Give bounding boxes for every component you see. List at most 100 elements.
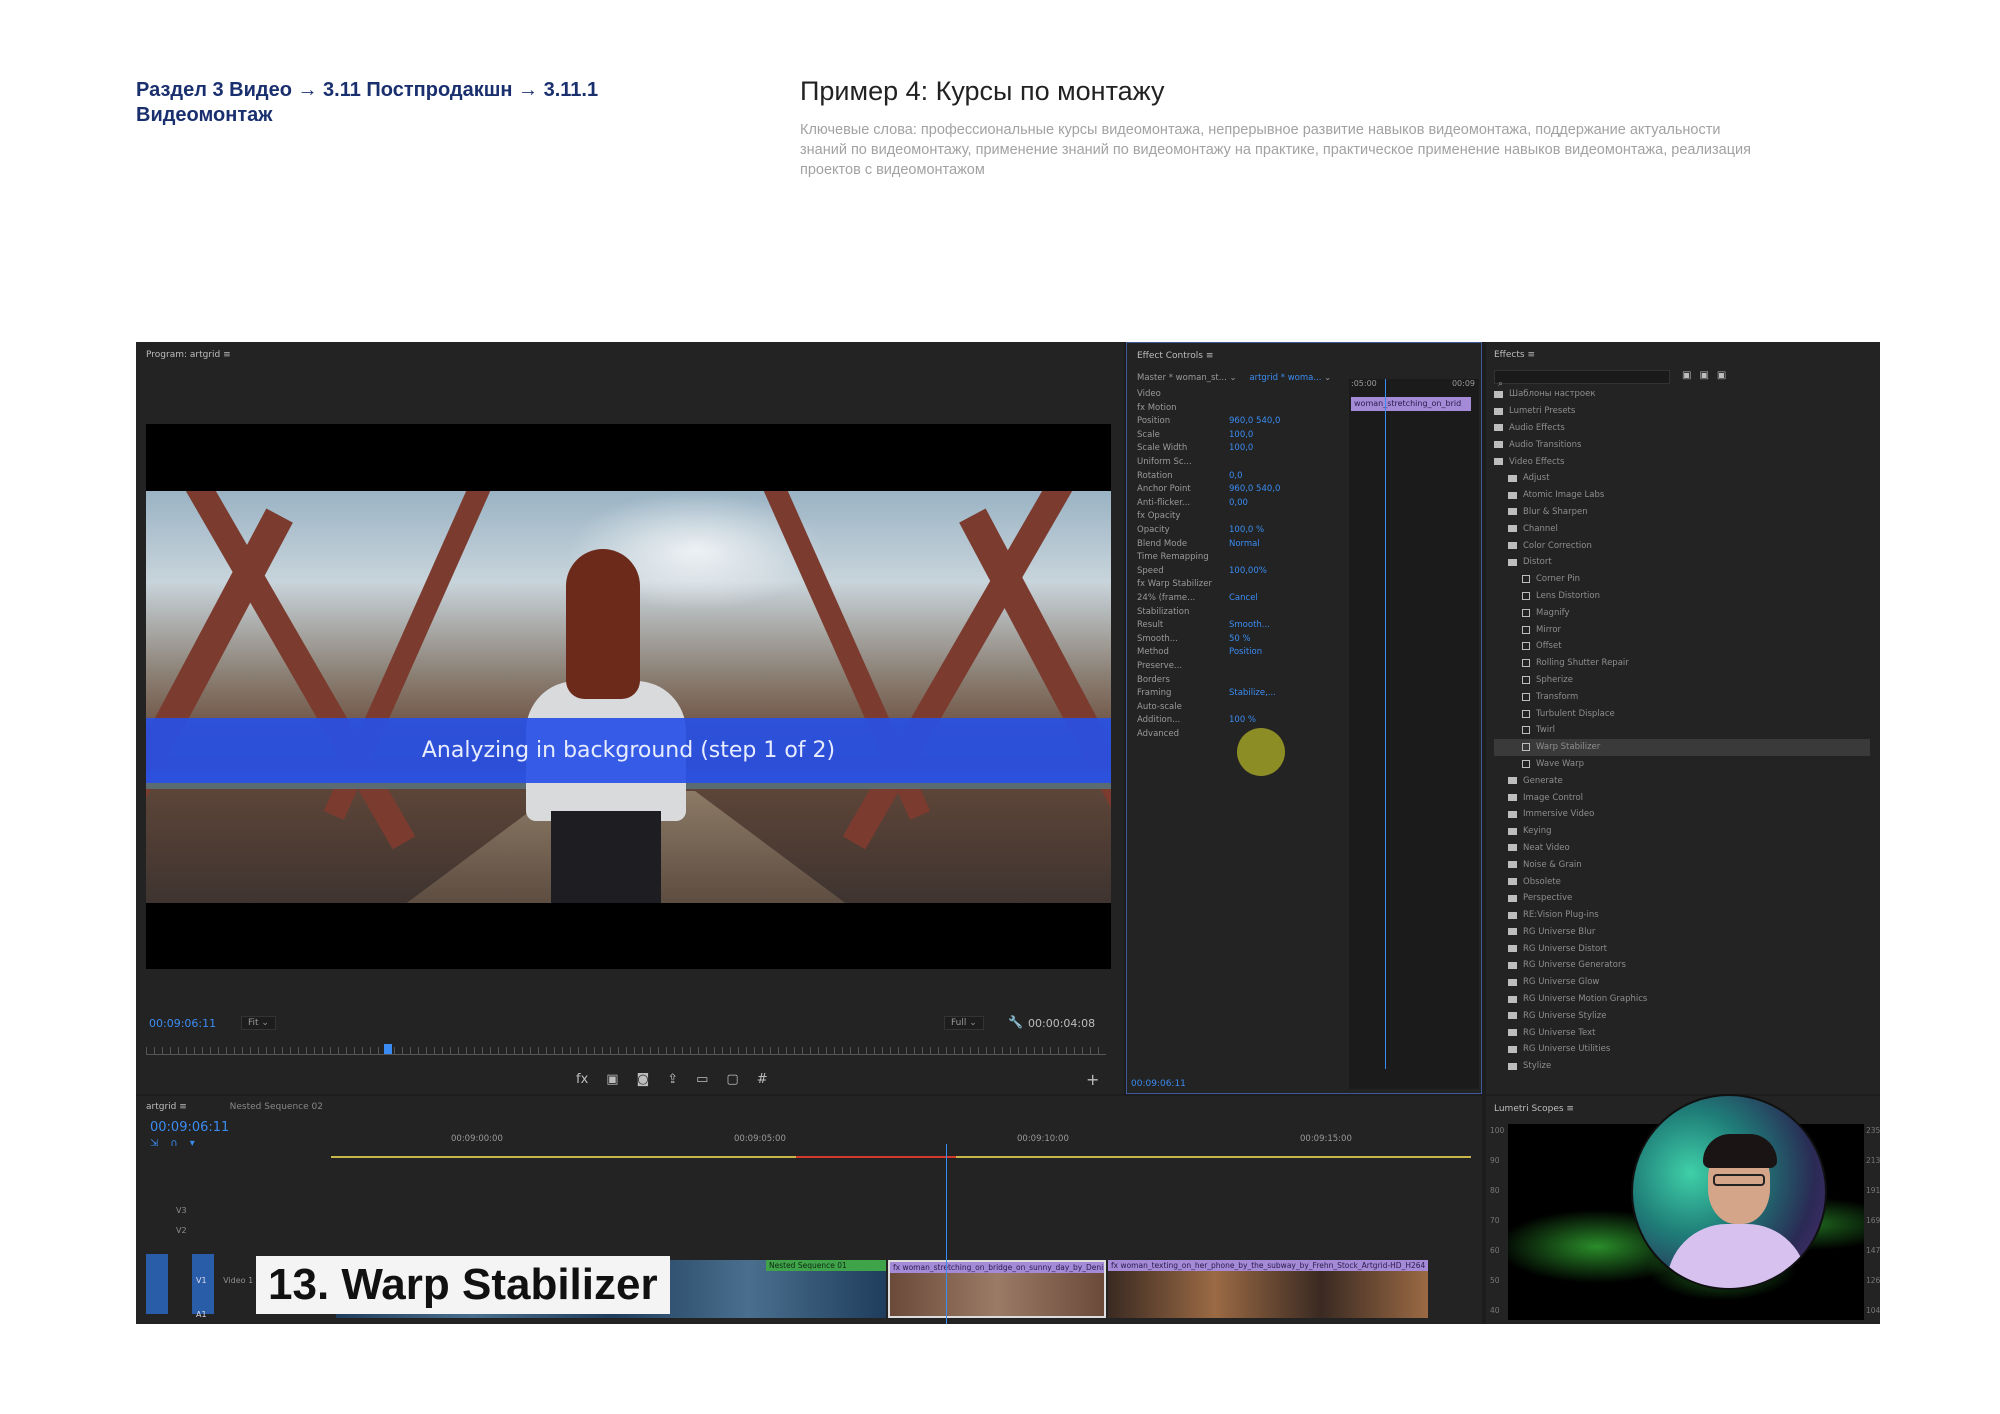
effect-property-row[interactable]: Blend Mode Normal — [1137, 539, 1260, 549]
camera-icon[interactable]: ◙ — [637, 1072, 650, 1087]
effects-tree-item[interactable]: Perspective — [1494, 890, 1870, 907]
effect-property-row[interactable]: Scale 100,0 — [1137, 430, 1253, 440]
effects-tree-item[interactable]: Audio Transitions — [1494, 436, 1870, 453]
effects-tree-item[interactable]: Keying — [1494, 823, 1870, 840]
effect-property-row[interactable]: Smooth... 50 % — [1137, 634, 1251, 644]
master-selector[interactable]: Master * woman_st... ⌄ artgrid * woma...… — [1137, 373, 1331, 383]
effects-tree-item[interactable]: Neat Video — [1494, 840, 1870, 857]
effects-tree-item[interactable]: Generate — [1494, 772, 1870, 789]
effects-tree-item[interactable]: RG Universe Motion Graphics — [1494, 991, 1870, 1008]
effect-property-row[interactable]: Uniform Sc... — [1137, 457, 1229, 467]
effects-tree-item[interactable]: Immersive Video — [1494, 806, 1870, 823]
effect-property-row[interactable]: Rotation 0,0 — [1137, 471, 1243, 481]
effect-property-row[interactable]: Time Remapping — [1137, 552, 1229, 562]
timeline-playhead[interactable] — [946, 1144, 947, 1324]
effects-search-input[interactable]: ⌕ — [1494, 370, 1670, 389]
effect-property-row[interactable]: fx Warp Stabilizer — [1137, 579, 1229, 589]
yuv-filter-icon[interactable]: ▣ — [1717, 370, 1726, 381]
effect-property-row[interactable]: Position 960,0 540,0 — [1137, 416, 1280, 426]
effects-tree-item[interactable]: Corner Pin — [1494, 571, 1870, 588]
effects-tree-item[interactable]: Obsolete — [1494, 873, 1870, 890]
effects-tree-item[interactable]: Lumetri Presets — [1494, 403, 1870, 420]
effect-property-value[interactable]: Stabilize,... — [1229, 688, 1276, 698]
effects-tree-item[interactable]: Distort — [1494, 554, 1870, 571]
effect-property-row[interactable]: Result Smooth... — [1137, 620, 1270, 630]
effects-tree-item[interactable]: Turbulent Displace — [1494, 705, 1870, 722]
effect-property-row[interactable]: Anti-flicker... 0,00 — [1137, 498, 1248, 508]
effects-tree-item[interactable]: Magnify — [1494, 604, 1870, 621]
effect-property-row[interactable]: Preserve... — [1137, 661, 1229, 671]
effects-tree-item[interactable]: Spherize — [1494, 672, 1870, 689]
effect-property-row[interactable]: Speed 100,00% — [1137, 566, 1267, 576]
safe-margins-icon[interactable]: ▢ — [726, 1072, 738, 1087]
effects-tree-item[interactable]: Stylize — [1494, 1058, 1870, 1075]
effect-property-value[interactable]: Normal — [1229, 539, 1260, 549]
snap-icon[interactable]: ⇲ — [150, 1138, 158, 1149]
effects-tree-item[interactable]: Rolling Shutter Repair — [1494, 655, 1870, 672]
ec-clip[interactable]: woman_stretching_on_brid — [1351, 397, 1471, 411]
tab-nested-sequence[interactable]: Nested Sequence 02 — [230, 1102, 323, 1112]
insert-icon[interactable]: ▣ — [606, 1072, 618, 1087]
effects-tree-item[interactable]: Blur & Sharpen — [1494, 504, 1870, 521]
effects-tree-item[interactable]: Atomic Image Labs — [1494, 487, 1870, 504]
quality-dropdown[interactable]: Full ⌄ — [944, 1016, 984, 1030]
effect-property-row[interactable]: Anchor Point 960,0 540,0 — [1137, 484, 1280, 494]
linked-selection-icon[interactable]: ∩ — [170, 1138, 177, 1149]
marker-icon[interactable]: ▾ — [190, 1138, 195, 1149]
effects-tree-item[interactable]: Mirror — [1494, 621, 1870, 638]
effects-tree-item[interactable]: Color Correction — [1494, 537, 1870, 554]
effects-tree-item[interactable]: Twirl — [1494, 722, 1870, 739]
vr-icon[interactable]: ▭ — [696, 1072, 708, 1087]
effect-property-row[interactable]: Advanced — [1137, 729, 1229, 739]
effects-tree-item[interactable]: RG Universe Utilities — [1494, 1041, 1870, 1058]
effect-property-value[interactable]: 100,0 — [1229, 443, 1253, 453]
effects-tree-item[interactable]: RG Universe Distort — [1494, 940, 1870, 957]
effect-property-value[interactable]: 0,00 — [1229, 498, 1248, 508]
program-viewer[interactable]: Analyzing in background (step 1 of 2) — [146, 424, 1111, 969]
effects-tree-item[interactable]: RG Universe Blur — [1494, 924, 1870, 941]
effects-tree-item[interactable]: Transform — [1494, 688, 1870, 705]
effects-tree-item[interactable]: Wave Warp — [1494, 756, 1870, 773]
32bit-filter-icon[interactable]: ▣ — [1699, 370, 1708, 381]
effect-property-row[interactable]: Stabilization — [1137, 607, 1229, 617]
effect-property-value[interactable]: 960,0 540,0 — [1229, 416, 1280, 426]
effect-property-row[interactable]: Scale Width 100,0 — [1137, 443, 1253, 453]
effect-controls-header[interactable]: Effect Controls ≡ — [1137, 351, 1213, 361]
accelerated-filter-icon[interactable]: ▣ — [1682, 370, 1691, 381]
program-monitor-header[interactable]: Program: artgrid ≡ — [146, 350, 231, 360]
export-icon[interactable]: ⇪ — [667, 1072, 678, 1087]
program-scrubber[interactable] — [146, 1047, 1106, 1055]
effect-property-value[interactable]: 50 % — [1229, 634, 1251, 644]
effects-tree-item[interactable]: RG Universe Stylize — [1494, 1007, 1870, 1024]
effects-tree-item[interactable]: Offset — [1494, 638, 1870, 655]
clip-woman-texting[interactable]: fx woman_texting_on_her_phone_by_the_sub… — [1108, 1260, 1428, 1318]
effect-property-row[interactable]: Auto-scale — [1137, 702, 1229, 712]
effects-tree-item[interactable]: Adjust — [1494, 470, 1870, 487]
effect-property-row[interactable]: fx Motion — [1137, 403, 1229, 413]
effect-property-row[interactable]: Method Position — [1137, 647, 1262, 657]
fx-icon[interactable]: fx — [576, 1072, 588, 1087]
track-v2[interactable]: V2 — [146, 1226, 326, 1246]
effects-tree-item[interactable]: RE:Vision Plug-ins — [1494, 907, 1870, 924]
effects-tree-item[interactable]: Lens Distortion — [1494, 588, 1870, 605]
effect-property-value[interactable]: 100,00% — [1229, 566, 1267, 576]
guides-icon[interactable]: # — [757, 1072, 768, 1087]
effect-property-value[interactable]: 0,0 — [1229, 471, 1243, 481]
program-timecode[interactable]: 00:09:06:11 — [149, 1017, 216, 1030]
effect-property-row[interactable]: Opacity 100,0 % — [1137, 525, 1264, 535]
effects-tree-item[interactable]: RG Universe Generators — [1494, 957, 1870, 974]
effects-tree-item[interactable]: RG Universe Text — [1494, 1024, 1870, 1041]
effect-property-value[interactable]: Position — [1229, 647, 1262, 657]
effect-property-value[interactable]: 960,0 540,0 — [1229, 484, 1280, 494]
tab-artgrid[interactable]: artgrid ≡ — [146, 1102, 187, 1112]
fit-dropdown[interactable]: Fit ⌄ — [241, 1016, 276, 1030]
effect-property-value[interactable]: 100 % — [1229, 715, 1256, 725]
effect-property-value[interactable]: 100,0 — [1229, 430, 1253, 440]
effect-property-row[interactable]: Framing Stabilize,... — [1137, 688, 1276, 698]
effect-property-value[interactable]: 100,0 % — [1229, 525, 1264, 535]
timeline-ruler[interactable]: 00:09:00:00 00:09:05:00 00:09:10:00 00:09:1… — [331, 1134, 1471, 1158]
effect-property-row[interactable]: Video — [1137, 389, 1229, 399]
effects-tree-item[interactable]: Audio Effects — [1494, 420, 1870, 437]
timeline-timecode[interactable]: 00:09:06:11 — [150, 1120, 229, 1135]
track-v3[interactable]: V3 — [146, 1206, 326, 1226]
